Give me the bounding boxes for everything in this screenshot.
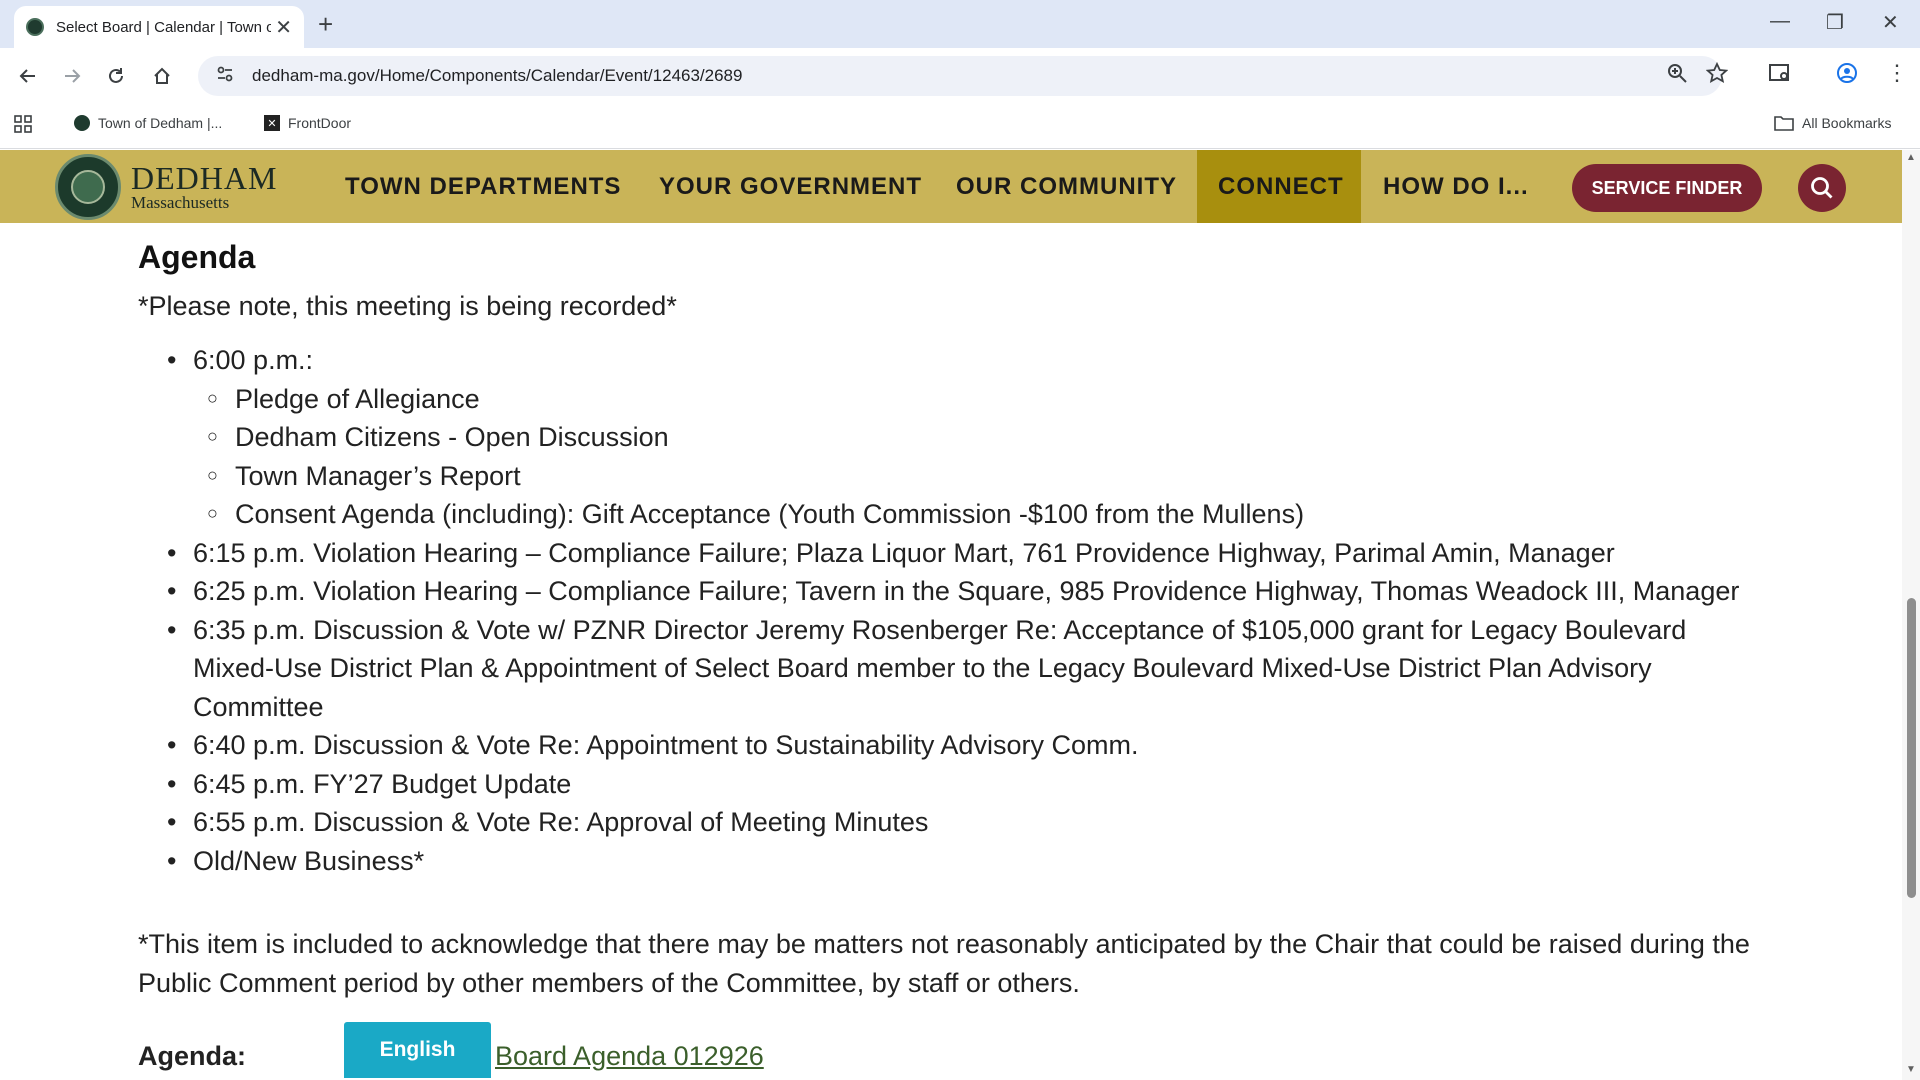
- scroll-down-icon[interactable]: ▼: [1906, 1064, 1916, 1075]
- board-agenda-link[interactable]: Board Agenda 012926: [495, 1041, 764, 1072]
- page-scrollbar[interactable]: ▲ ▼: [1902, 150, 1920, 1080]
- agenda-item: 6:35 p.m. Discussion & Vote w/ PZNR Dire…: [138, 611, 1758, 727]
- apps-grid-icon[interactable]: [14, 115, 32, 133]
- agenda-item: 6:55 p.m. Discussion & Vote Re: Approval…: [138, 803, 1758, 842]
- bookmark-town-of-dedham[interactable]: Town of Dedham |...: [74, 115, 222, 131]
- site-info-icon[interactable]: [216, 65, 234, 88]
- scroll-thumb[interactable]: [1907, 598, 1916, 898]
- site-search-button[interactable]: [1798, 164, 1846, 212]
- agenda-item: 6:00 p.m.:: [138, 341, 1758, 380]
- agenda-heading: Agenda: [138, 239, 256, 275]
- agenda-item: 6:40 p.m. Discussion & Vote Re: Appointm…: [138, 726, 1758, 765]
- new-tab-icon[interactable]: +: [318, 10, 333, 38]
- address-bar[interactable]: dedham-ma.gov/Home/Components/Calendar/E…: [198, 56, 1722, 96]
- browser-tab-strip: Select Board | Calendar | Town o ✕ + — ❐…: [0, 0, 1920, 48]
- nav-connect[interactable]: CONNECT: [1218, 173, 1344, 201]
- agenda-item: 6:25 p.m. Violation Hearing – Compliance…: [138, 572, 1758, 611]
- back-icon[interactable]: [14, 62, 42, 90]
- all-bookmarks-label: All Bookmarks: [1802, 115, 1892, 131]
- browser-tab[interactable]: Select Board | Calendar | Town o ✕: [14, 6, 304, 48]
- logo-subtitle: Massachusetts: [131, 193, 230, 212]
- bookmark-label: Town of Dedham |...: [98, 115, 223, 131]
- agenda-subitem: Consent Agenda (including): Gift Accepta…: [138, 494, 1758, 534]
- nav-how-do-i[interactable]: HOW DO I...: [1383, 173, 1529, 201]
- nav-your-government[interactable]: YOUR GOVERNMENT: [659, 173, 922, 201]
- nav-our-community[interactable]: OUR COMMUNITY: [956, 173, 1177, 201]
- logo-name: DEDHAM: [131, 160, 278, 196]
- agenda-item: 6:15 p.m. Violation Hearing – Compliance…: [138, 534, 1758, 573]
- site-favicon-icon: [26, 18, 44, 36]
- dedham-logo[interactable]: DEDHAM Massachusetts: [55, 154, 277, 220]
- footnote: *This item is included to acknowledge th…: [138, 929, 1750, 998]
- home-icon[interactable]: [148, 62, 176, 90]
- all-bookmarks-button[interactable]: All Bookmarks: [1774, 115, 1891, 131]
- restore-icon[interactable]: ❐: [1826, 10, 1844, 35]
- service-finder-button[interactable]: SERVICE FINDER: [1572, 164, 1762, 212]
- scroll-up-icon[interactable]: ▲: [1906, 152, 1916, 163]
- zoom-icon[interactable]: [1666, 62, 1688, 89]
- recording-note: *Please note, this meeting is being reco…: [138, 291, 677, 321]
- english-language-button[interactable]: English: [344, 1022, 491, 1078]
- town-seal-icon: [55, 154, 121, 220]
- browser-toolbar: dedham-ma.gov/Home/Components/Calendar/E…: [0, 48, 1920, 104]
- reload-icon[interactable]: [102, 62, 130, 90]
- frontdoor-favicon-icon: ✕: [264, 115, 280, 131]
- close-tab-icon[interactable]: ✕: [275, 15, 292, 40]
- agenda-subitem: Pledge of Allegiance: [138, 379, 1758, 419]
- more-menu-icon[interactable]: ⋮: [1886, 60, 1908, 86]
- profile-icon[interactable]: [1836, 62, 1858, 89]
- bookmarks-bar: Town of Dedham |... ✕ FrontDoor All Book…: [0, 104, 1920, 149]
- search-icon: [1811, 177, 1833, 199]
- minimize-icon[interactable]: —: [1770, 10, 1790, 33]
- agenda-item: 6:45 p.m. FY’27 Budget Update: [138, 765, 1758, 804]
- dedham-favicon-icon: [74, 115, 90, 131]
- agenda-subitem: Dedham Citizens - Open Discussion: [138, 417, 1758, 457]
- tab-title: Select Board | Calendar | Town o: [56, 18, 271, 36]
- folder-icon: [1774, 116, 1794, 131]
- nav-town-departments[interactable]: TOWN DEPARTMENTS: [345, 173, 621, 201]
- agenda-subitem: Town Manager’s Report: [138, 456, 1758, 496]
- window-close-icon[interactable]: ✕: [1882, 10, 1899, 35]
- url-text: dedham-ma.gov/Home/Components/Calendar/E…: [252, 66, 743, 85]
- agenda-label: Agenda:: [138, 1041, 246, 1071]
- tab-search-icon[interactable]: [1768, 62, 1792, 89]
- agenda-item: Old/New Business*: [138, 842, 1758, 881]
- bookmark-frontdoor[interactable]: ✕ FrontDoor: [264, 115, 351, 131]
- forward-icon[interactable]: [58, 62, 86, 90]
- agenda-list: 6:00 p.m.: Pledge of Allegiance Dedham C…: [138, 341, 1758, 880]
- bookmark-label: FrontDoor: [288, 115, 352, 131]
- site-header: DEDHAM Massachusetts TOWN DEPARTMENTS YO…: [0, 150, 1902, 223]
- bookmark-star-icon[interactable]: [1705, 61, 1729, 89]
